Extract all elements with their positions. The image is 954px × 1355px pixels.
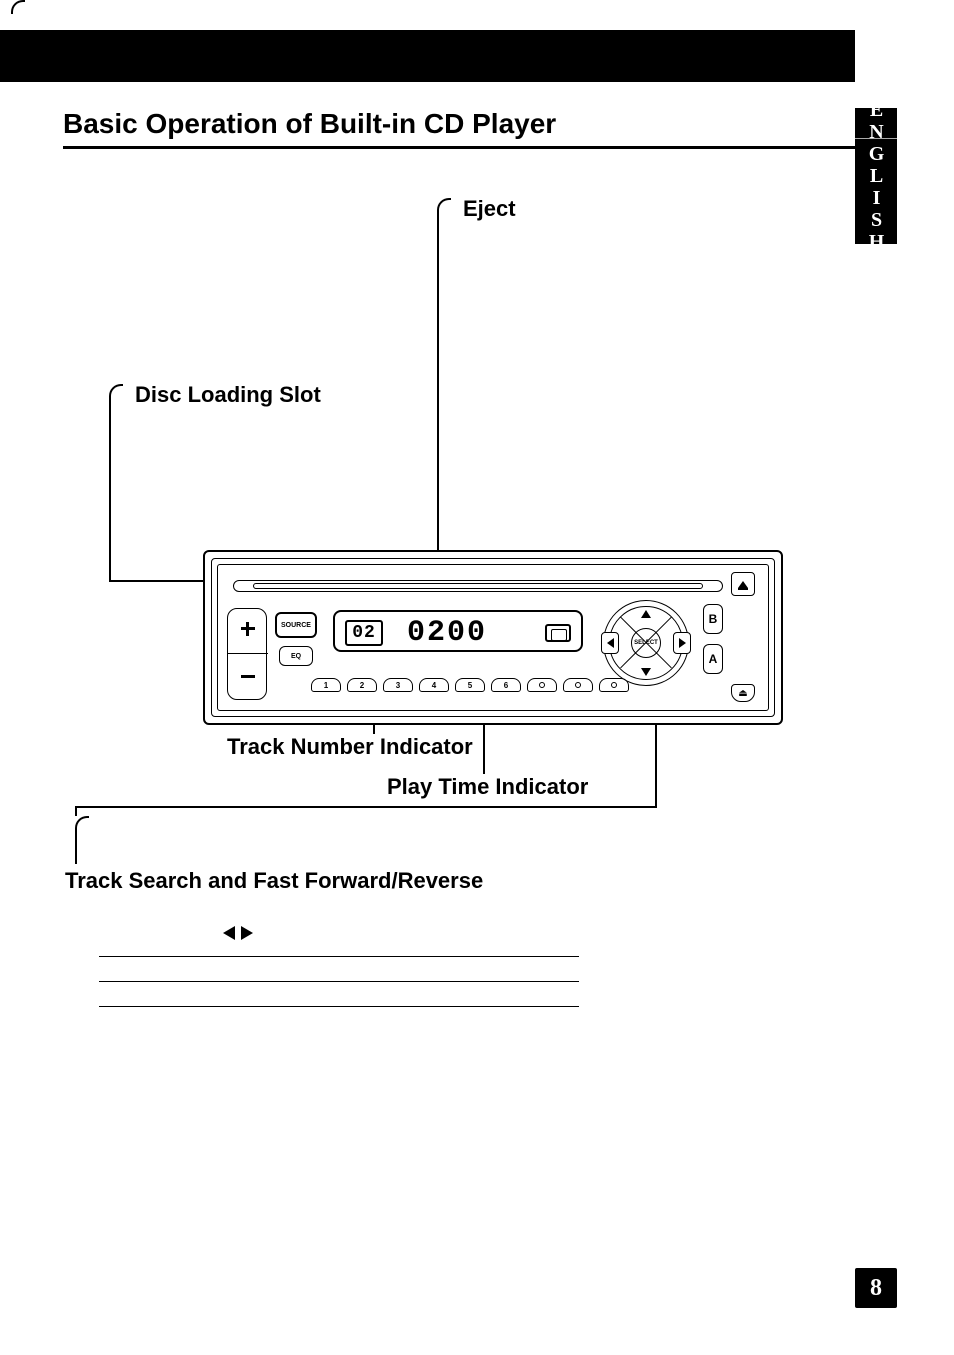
eject-button[interactable] xyxy=(731,572,755,596)
play-time-value: 0200 xyxy=(407,616,487,650)
preset-button-5[interactable]: 5 xyxy=(455,678,485,692)
b-button[interactable]: B xyxy=(703,604,723,634)
device-diagram: Eject Disc Loading Slot Track Number Ind… xyxy=(63,160,855,860)
preset-5-label: 5 xyxy=(468,681,472,690)
page-number: 8 xyxy=(870,1275,882,1302)
heading-rule-thick xyxy=(63,146,855,149)
a-button-label: A xyxy=(709,652,718,666)
preset-button-4[interactable]: 4 xyxy=(419,678,449,692)
leader-track-search-corner xyxy=(11,0,25,14)
arrow-left-icon xyxy=(223,926,235,940)
dpad-center-button[interactable]: SELECT xyxy=(631,628,661,658)
leader-track-search-v xyxy=(75,830,77,864)
preset-button-1[interactable]: 1 xyxy=(311,678,341,692)
label-eject: Eject xyxy=(463,196,516,222)
preset-button-8[interactable] xyxy=(563,678,593,692)
disc-loading-slot[interactable] xyxy=(233,574,723,600)
leader-eject-corner xyxy=(437,198,451,212)
preset-4-label: 4 xyxy=(432,681,436,690)
volume-rocker[interactable] xyxy=(227,608,267,700)
preset-8-icon xyxy=(575,682,581,688)
preset-button-2[interactable]: 2 xyxy=(347,678,377,692)
header-black-bar xyxy=(0,30,855,82)
preset-7-icon xyxy=(539,682,545,688)
eq-button-label: EQ xyxy=(291,653,301,660)
page-number-badge: 8 xyxy=(855,1268,897,1308)
track-number-value: 02 xyxy=(352,623,376,643)
leader-dpad-horizontal xyxy=(77,806,657,808)
dpad-up-icon xyxy=(641,610,651,618)
instruction-rule-1 xyxy=(99,956,579,957)
arrow-right-icon xyxy=(241,926,253,940)
lcd-display: 02 0200 xyxy=(333,610,583,652)
play-time-indicator: 0200 xyxy=(407,616,487,650)
dpad-down-icon xyxy=(641,668,651,676)
source-button[interactable]: SOURCE xyxy=(275,612,317,638)
detach-icon: ⏏ xyxy=(738,688,747,699)
preset-2-label: 2 xyxy=(360,681,364,690)
language-tab-label: ENGLISH xyxy=(865,99,888,253)
eject-icon-bar xyxy=(738,588,748,590)
dpad-center-label: SELECT xyxy=(634,640,658,646)
page-heading: Basic Operation of Built-in CD Player xyxy=(63,108,855,149)
dpad-left-button[interactable] xyxy=(601,632,619,654)
preset-6-label: 6 xyxy=(504,681,508,690)
heading-rule-extension xyxy=(855,138,897,139)
b-button-label: B xyxy=(709,612,718,626)
preset-button-3[interactable]: 3 xyxy=(383,678,413,692)
eq-button[interactable]: EQ xyxy=(279,646,313,666)
a-button[interactable]: A xyxy=(703,644,723,674)
language-tab: ENGLISH xyxy=(855,108,897,244)
instruction-section: Track Search and Fast Forward/Reverse xyxy=(65,824,855,1007)
leader-slot-corner xyxy=(109,384,123,398)
volume-plus-icon-v xyxy=(246,622,249,636)
instruction-rule-3 xyxy=(99,1006,579,1007)
page-title: Basic Operation of Built-in CD Player xyxy=(63,108,855,140)
preset-button-7[interactable] xyxy=(527,678,557,692)
leader-dpad-drop xyxy=(75,806,77,816)
detach-faceplate-button[interactable]: ⏏ xyxy=(731,684,755,702)
label-track-search: Track Search and Fast Forward/Reverse xyxy=(65,868,855,894)
volume-minus-icon xyxy=(241,675,255,678)
volume-divider xyxy=(228,653,268,654)
label-disc-slot: Disc Loading Slot xyxy=(135,382,321,408)
preset-3-label: 3 xyxy=(396,681,400,690)
dpad-right-button[interactable] xyxy=(673,632,691,654)
select-dpad[interactable]: SELECT xyxy=(603,600,689,686)
label-track-number: Track Number Indicator xyxy=(227,734,473,760)
cd-player-device: ⏏ SOURCE EQ 02 0200 xyxy=(203,550,783,725)
eject-icon xyxy=(738,581,748,588)
lcd-mode-indicator xyxy=(545,624,571,642)
instruction-arrow-icons xyxy=(223,924,599,942)
instruction-body xyxy=(99,924,599,1007)
leader-slot-vertical xyxy=(109,398,111,580)
source-button-label: SOURCE xyxy=(281,622,311,629)
instruction-rule-2 xyxy=(99,981,579,982)
preset-1-label: 1 xyxy=(324,681,328,690)
label-play-time: Play Time Indicator xyxy=(387,774,588,800)
leader-eject-vertical xyxy=(437,212,439,570)
track-number-indicator: 02 xyxy=(345,620,383,646)
preset-button-6[interactable]: 6 xyxy=(491,678,521,692)
disc-slot-inner xyxy=(253,583,703,589)
